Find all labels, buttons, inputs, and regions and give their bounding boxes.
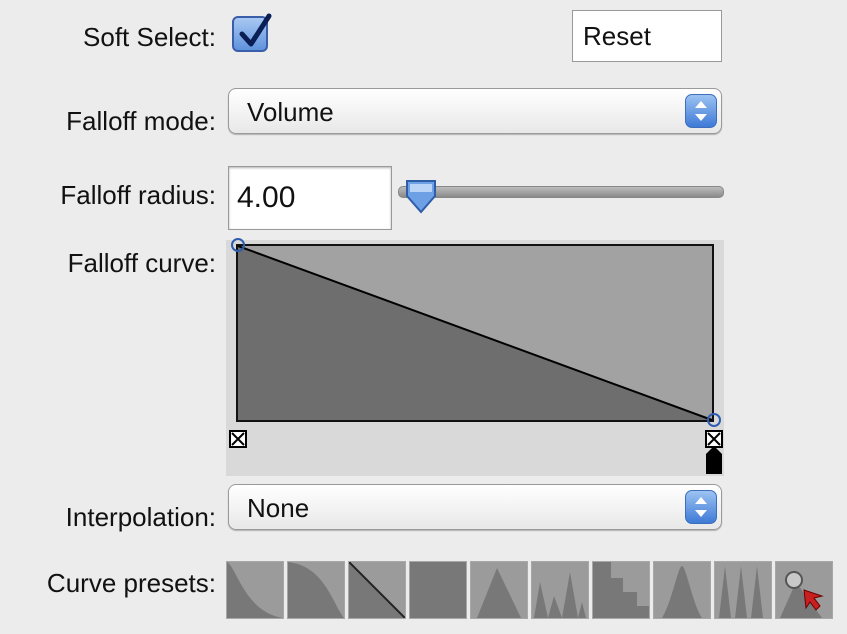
preset-ease-in-icon[interactable] xyxy=(287,561,345,619)
select-arrows-icon xyxy=(685,490,717,524)
interpolation-select[interactable]: None xyxy=(228,484,722,530)
falloff-curve-editor[interactable] xyxy=(236,244,714,422)
preset-multi-peak-icon[interactable] xyxy=(531,561,589,619)
falloff-radius-label: Falloff radius: xyxy=(60,180,216,210)
falloff-radius-input[interactable]: 4.00 xyxy=(228,166,392,230)
preset-bell-icon[interactable] xyxy=(653,561,711,619)
curve-presets-bar xyxy=(226,561,838,619)
falloff-mode-label: Falloff mode: xyxy=(66,106,216,136)
preset-ease-out-icon[interactable] xyxy=(226,561,284,619)
slider-thumb[interactable] xyxy=(404,178,438,216)
falloff-mode-select[interactable]: Volume xyxy=(228,88,722,134)
preset-stairs-icon[interactable] xyxy=(592,561,650,619)
select-arrows-icon xyxy=(685,94,717,128)
preset-peak-icon[interactable] xyxy=(470,561,528,619)
preset-linear-icon[interactable] xyxy=(348,561,406,619)
preset-flat-icon[interactable] xyxy=(409,561,467,619)
preset-spikes-icon[interactable] xyxy=(714,561,772,619)
soft-select-checkbox[interactable] xyxy=(232,13,272,52)
start-keyframe-icon[interactable] xyxy=(229,430,247,448)
falloff-mode-value: Volume xyxy=(247,97,334,127)
preset-custom-pick-icon[interactable] xyxy=(775,561,833,619)
reset-button[interactable]: Reset xyxy=(572,10,722,62)
falloff-curve-label: Falloff curve: xyxy=(67,248,216,278)
soft-select-label: Soft Select: xyxy=(83,22,216,52)
interpolation-label: Interpolation: xyxy=(65,502,216,532)
curve-presets-label: Curve presets: xyxy=(46,568,216,598)
checkmark-icon xyxy=(239,13,272,47)
interpolation-value: None xyxy=(247,493,310,523)
curve-end-handle[interactable] xyxy=(705,411,723,429)
end-keyframe-icon[interactable] xyxy=(704,430,724,474)
falloff-radius-slider[interactable] xyxy=(398,186,724,198)
curve-start-handle[interactable] xyxy=(229,236,247,254)
